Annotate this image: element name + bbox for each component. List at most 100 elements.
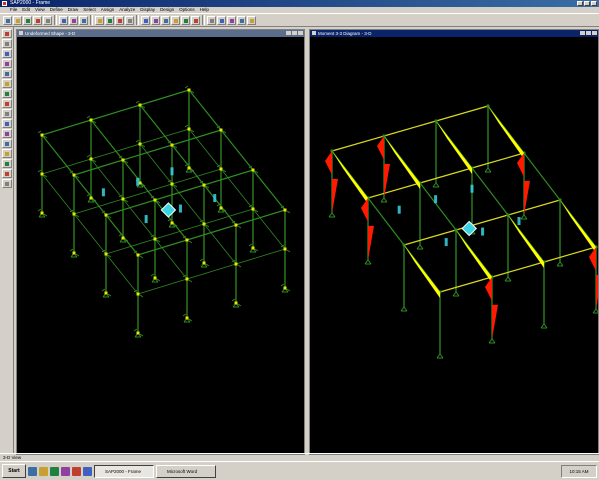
viewport-title: Undeformed Shape - 3-D [25,31,76,36]
select-all-button[interactable] [1,119,12,128]
beam-member [491,261,545,278]
perspective-button[interactable] [191,15,200,25]
viewport-minimize-button[interactable] [286,31,291,35]
viewport-icon [19,31,23,35]
beam-member [105,253,139,295]
snap-mid-button[interactable] [1,169,12,178]
minimize-button[interactable] [577,1,583,6]
zoom-window-button[interactable] [115,15,124,25]
draw-frame-button[interactable] [1,49,12,58]
zoom-in-button[interactable] [95,15,104,25]
new-icon [6,18,10,23]
quicklaunch-folder-icon[interactable] [39,466,48,476]
refresh-button[interactable] [59,15,68,25]
pointer-button[interactable] [1,29,12,38]
moment-diagram-fill [508,215,544,268]
draw-special-joint-button[interactable] [1,109,12,118]
snap-joints-button[interactable] [1,159,12,168]
quicklaunch-word-icon[interactable] [83,466,92,476]
draw-solid-button[interactable] [1,89,12,98]
beam-member [188,89,222,131]
quicklaunch-app-icon[interactable] [61,466,70,476]
show-undeformed-button[interactable] [207,15,216,25]
redo-button[interactable] [43,15,52,25]
moment-diagram-fill [560,200,596,253]
get-previous-button[interactable] [1,129,12,138]
window-titlebar[interactable]: SAP2000 - Frame [0,0,599,7]
viewport-maximize-button[interactable] [586,31,591,35]
zoom-out-button[interactable] [105,15,114,25]
viewport-maximize-button[interactable] [292,31,297,35]
beam-member [252,169,286,211]
joint-marker [72,173,76,177]
beam-member [419,167,473,184]
xy-view-button[interactable] [151,15,160,25]
beam-member [523,152,561,201]
snap-intersect-icon [4,182,9,186]
joint-marker [187,166,191,170]
joint-marker [283,208,287,212]
viewport-undeformed[interactable]: Undeformed Shape - 3-D [16,29,305,455]
joint-marker [153,237,157,241]
joint-marker [170,143,174,147]
quick-frame-button[interactable] [1,59,12,68]
viewport-title-bar[interactable]: Undeformed Shape - 3-D [17,30,304,37]
undo-button[interactable] [33,15,42,25]
show-deformed-button[interactable] [227,15,236,25]
viewport-moment-diagram[interactable]: Moment 3-3 Diagram - 3-D [309,29,599,455]
save-button[interactable] [23,15,32,25]
viewport-close-button[interactable] [298,31,303,35]
new-button[interactable] [3,15,12,25]
taskbar-item-word[interactable]: Microsoft Word [156,464,216,478]
beam-member [90,104,141,121]
open-icon [16,18,20,23]
moment-diagram-fill [361,198,368,222]
quick-shell-button[interactable] [1,79,12,88]
show-stresses-button[interactable] [247,15,256,25]
model-canvas-moment[interactable] [310,37,598,454]
open-button[interactable] [13,15,22,25]
moment-diagram-fill [589,247,596,271]
3d-view-button[interactable] [141,15,150,25]
get-previous-icon [4,132,9,136]
viewport-minimize-button[interactable] [580,31,585,35]
run-button[interactable] [79,15,88,25]
clear-selection-button[interactable] [1,139,12,148]
show-forces-button[interactable] [237,15,246,25]
quicklaunch-excel-icon[interactable] [50,466,59,476]
toolbar-separator [54,15,57,25]
joint-label [170,167,174,176]
quicklaunch-ie-icon[interactable] [28,466,37,476]
lock-button[interactable] [69,15,78,25]
beam-member [220,129,254,171]
show-loads-button[interactable] [217,15,226,25]
joint-label [101,188,105,197]
joint-marker [185,316,189,320]
moment-diagram-fill [492,304,498,339]
support-icon [400,306,408,312]
model-canvas-undeformed[interactable] [17,37,304,454]
quicklaunch-app-icon[interactable] [72,466,81,476]
yz-view-button[interactable] [171,15,180,25]
taskbar-item-sap2000[interactable]: SAP2000 - Frame [94,464,154,478]
xz-view-button[interactable] [161,15,170,25]
joint-marker [104,213,108,217]
side-toolbar [0,27,14,453]
support-icon [504,276,512,282]
reshape-button[interactable] [1,39,12,48]
draw-link-button[interactable] [1,99,12,108]
intersect-button[interactable] [1,149,12,158]
moment-diagram-fill [325,151,332,175]
rotate-button[interactable] [181,15,190,25]
draw-shell-button[interactable] [1,69,12,78]
viewport-close-button[interactable] [592,31,597,35]
snap-intersect-button[interactable] [1,179,12,188]
start-button[interactable]: Start [2,464,26,478]
maximize-button[interactable] [584,1,590,6]
close-button[interactable] [591,1,597,6]
pan-button[interactable] [125,15,134,25]
clear-selection-icon [4,142,9,146]
joint-label [481,227,485,236]
viewport-title-bar[interactable]: Moment 3-3 Diagram - 3-D [310,30,598,37]
joint-marker [136,331,140,335]
